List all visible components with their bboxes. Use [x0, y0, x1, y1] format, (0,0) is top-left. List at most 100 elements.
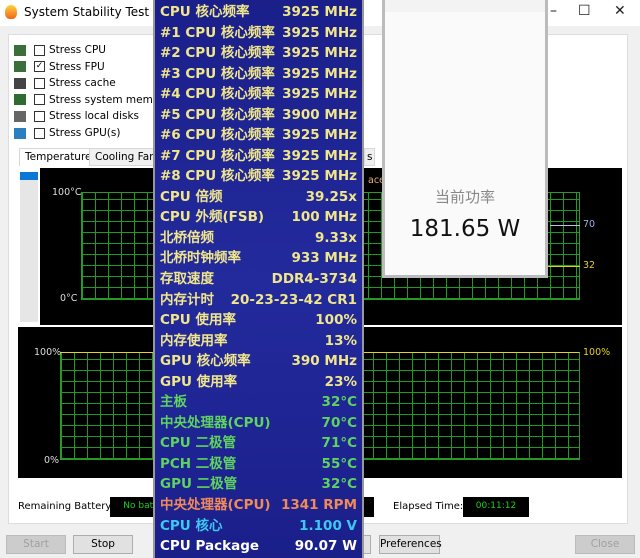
option-stress-local-disks[interactable]: Stress local disks	[14, 108, 139, 124]
osd-label: GPU 二极管	[160, 476, 238, 493]
osd-label: CPU 核心频率	[160, 4, 250, 20]
osd-label: GPU 使用率	[160, 373, 238, 390]
minimize-button[interactable]: –	[550, 3, 557, 19]
osd-row: CPU 使用率 100%	[160, 310, 357, 330]
option-stress-fpu[interactable]: ✓ Stress FPU	[14, 59, 105, 75]
osd-value: 933 MHz	[291, 250, 357, 267]
osd-row: 存取速度 DDR4-3734	[160, 269, 357, 289]
option-label: Stress GPU(s)	[49, 127, 121, 139]
osd-row: 内存使用率 13%	[160, 331, 357, 351]
app-flame-icon	[5, 5, 17, 19]
osd-row: 中央处理器(CPU) 70°C	[160, 413, 357, 433]
osd-value: 3925 MHz	[282, 168, 357, 185]
osd-label: #2 CPU 核心频率	[160, 45, 275, 62]
osd-value: 13%	[324, 332, 357, 349]
maximize-button[interactable]: ☐	[578, 3, 591, 19]
osd-label: #8 CPU 核心频率	[160, 168, 275, 185]
start-button[interactable]: Start	[6, 535, 66, 554]
osd-label: CPU 倍频	[160, 188, 223, 205]
elapsed-value: 00:11:12	[463, 497, 529, 517]
osd-row: #2 CPU 核心频率 3925 MHz	[160, 43, 357, 63]
osd-value: 3925 MHz	[282, 4, 357, 20]
osd-label: GPU 核心频率	[160, 353, 251, 370]
fpu-icon	[14, 61, 26, 73]
osd-row: CPU 核心 1.100 V	[160, 516, 357, 536]
osd-value: 32°C	[321, 394, 357, 411]
osd-row: #3 CPU 核心频率 3925 MHz	[160, 64, 357, 84]
temp-max-label: 100°C	[52, 187, 82, 198]
osd-row: CPU 核心频率 3925 MHz	[160, 2, 357, 22]
osd-value: 100%	[315, 312, 357, 329]
osd-row: CPU 外频(FSB) 100 MHz	[160, 207, 357, 227]
option-stress-gpu-s-[interactable]: Stress GPU(s)	[14, 125, 120, 141]
close-window-button[interactable]: ✕	[614, 3, 626, 19]
osd-label: 内存计时	[160, 291, 214, 308]
memory-icon	[14, 94, 26, 106]
tab-more[interactable]: s	[364, 148, 376, 166]
checkbox[interactable]	[34, 44, 45, 56]
osd-value: 3900 MHz	[282, 106, 357, 123]
gpu-icon	[14, 127, 26, 139]
osd-label: #6 CPU 核心频率	[160, 127, 275, 144]
osd-value: 39.25x	[305, 188, 357, 205]
osd-label: #7 CPU 核心频率	[160, 147, 275, 164]
osd-overlay: CPU 核心频率 3925 MHz #1 CPU 核心频率 3925 MHz #2 CP…	[153, 0, 364, 558]
osd-value: 390 MHz	[291, 353, 357, 370]
option-stress-cpu[interactable]: Stress CPU	[14, 42, 106, 58]
osd-row: 北桥倍频 9.33x	[160, 228, 357, 248]
close-button[interactable]: Close	[575, 535, 635, 554]
osd-row: #5 CPU 核心频率 3900 MHz	[160, 105, 357, 125]
usage-max-label: 100%	[34, 347, 62, 358]
legend-scrollbar[interactable]	[20, 172, 38, 322]
osd-value: 3925 MHz	[282, 45, 357, 62]
option-label: Stress system memory	[49, 93, 170, 106]
option-label: Stress cache	[49, 77, 116, 90]
osd-value: 9.33x	[314, 229, 357, 246]
battery-label: Remaining Battery:	[18, 501, 114, 512]
osd-value: 1.100 V	[299, 517, 357, 534]
temp-value-70: 70	[583, 219, 596, 230]
osd-label: #4 CPU 核心频率	[160, 86, 275, 103]
osd-row: CPU 倍频 39.25x	[160, 187, 357, 207]
osd-value: 3925 MHz	[282, 127, 357, 144]
checkbox[interactable]	[34, 127, 45, 139]
stop-button[interactable]: Stop	[73, 535, 133, 554]
checkbox[interactable]	[34, 94, 45, 106]
osd-label: CPU 二极管	[160, 435, 236, 452]
checkbox[interactable]	[34, 77, 45, 89]
osd-value: 3925 MHz	[282, 24, 357, 41]
osd-row: #8 CPU 核心频率 3925 MHz	[160, 166, 357, 186]
temp-line-70	[550, 225, 580, 226]
osd-value: 1341 RPM	[281, 496, 357, 513]
power-label: 当前功率	[434, 188, 495, 206]
disk-icon	[14, 110, 26, 122]
checkbox[interactable]: ✓	[34, 61, 45, 73]
osd-label: 北桥倍频	[160, 229, 214, 246]
power-value: 181.65 W	[409, 216, 521, 242]
osd-row: #1 CPU 核心频率 3925 MHz	[160, 23, 357, 43]
osd-row: GPU 二极管 32°C	[160, 474, 357, 494]
usage-min-label: 0%	[44, 455, 60, 466]
checkbox[interactable]	[34, 110, 45, 122]
osd-row: CPU 二极管 71°C	[160, 433, 357, 453]
osd-row: #7 CPU 核心频率 3925 MHz	[160, 146, 357, 166]
power-widget: 当前功率 181.65 W	[382, 0, 548, 278]
osd-value: 3925 MHz	[282, 147, 357, 164]
elapsed-label: Elapsed Time:	[393, 501, 464, 512]
osd-label: #5 CPU 核心频率	[160, 106, 275, 123]
option-label: Stress FPU	[49, 60, 105, 73]
scrollbar-thumb[interactable]	[20, 172, 38, 180]
osd-value: 3925 MHz	[282, 86, 357, 103]
osd-label: PCH 二极管	[160, 455, 237, 472]
osd-value: 23%	[324, 373, 357, 390]
osd-value: 55°C	[321, 455, 357, 472]
cache-icon	[14, 77, 26, 89]
osd-value: 20-23-23-42 CR1	[230, 291, 357, 308]
osd-value: 90.07 W	[294, 538, 357, 555]
option-stress-cache[interactable]: Stress cache	[14, 75, 116, 91]
option-stress-system-memory[interactable]: Stress system memory	[14, 92, 170, 108]
osd-value: 3925 MHz	[282, 65, 357, 82]
preferences-button[interactable]: Preferences	[379, 535, 442, 554]
osd-label: 存取速度	[160, 271, 214, 288]
osd-row: #6 CPU 核心频率 3925 MHz	[160, 125, 357, 145]
